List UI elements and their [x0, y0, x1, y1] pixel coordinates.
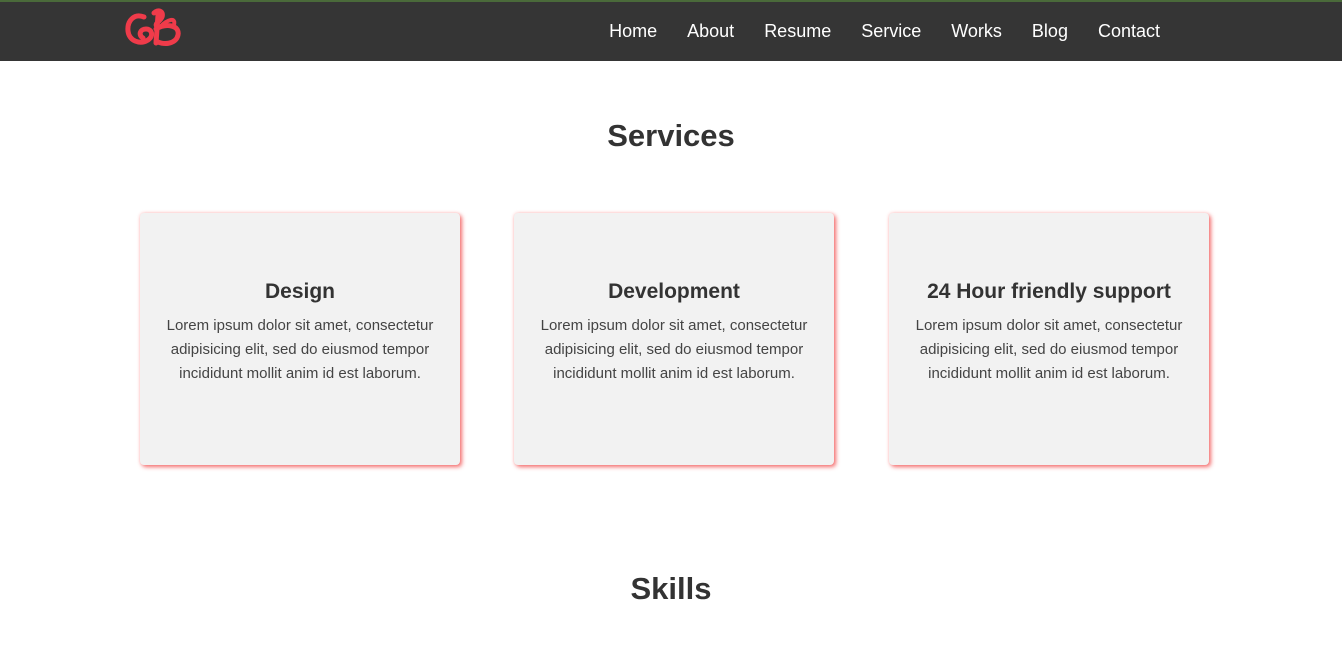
- nav-link-about[interactable]: About: [687, 21, 734, 42]
- nav-link-blog[interactable]: Blog: [1032, 21, 1068, 42]
- services-title: Services: [607, 118, 735, 153]
- skills-title: Skills: [630, 571, 712, 606]
- service-card-development: Development Lorem ipsum dolor sit amet, …: [514, 213, 834, 465]
- brand-logo-icon[interactable]: [124, 5, 186, 49]
- card-text: Lorem ipsum dolor sit amet, consectetur …: [915, 317, 1183, 382]
- service-card-support: 24 Hour friendly support Lorem ipsum dol…: [889, 213, 1209, 465]
- navbar: Home About Resume Service Works Blog Con…: [0, 0, 1342, 61]
- nav-link-contact[interactable]: Contact: [1098, 21, 1160, 42]
- card-title: Development: [608, 280, 740, 303]
- card-title: Design: [264, 280, 335, 303]
- nav-link-resume[interactable]: Resume: [764, 21, 831, 42]
- card-text: Lorem ipsum dolor sit amet, consectetur …: [540, 317, 808, 382]
- services-cards: Design Lorem ipsum dolor sit amet, conse…: [140, 213, 1210, 465]
- card-text: Lorem ipsum dolor sit amet, consectetur …: [166, 317, 434, 382]
- card-title: 24 Hour friendly support: [927, 280, 1171, 303]
- service-card-design: Design Lorem ipsum dolor sit amet, conse…: [140, 213, 460, 465]
- nav-link-works[interactable]: Works: [951, 21, 1002, 42]
- nav-link-home[interactable]: Home: [609, 21, 657, 42]
- nav-links: Home About Resume Service Works Blog Con…: [579, 2, 1160, 61]
- nav-link-service[interactable]: Service: [861, 21, 921, 42]
